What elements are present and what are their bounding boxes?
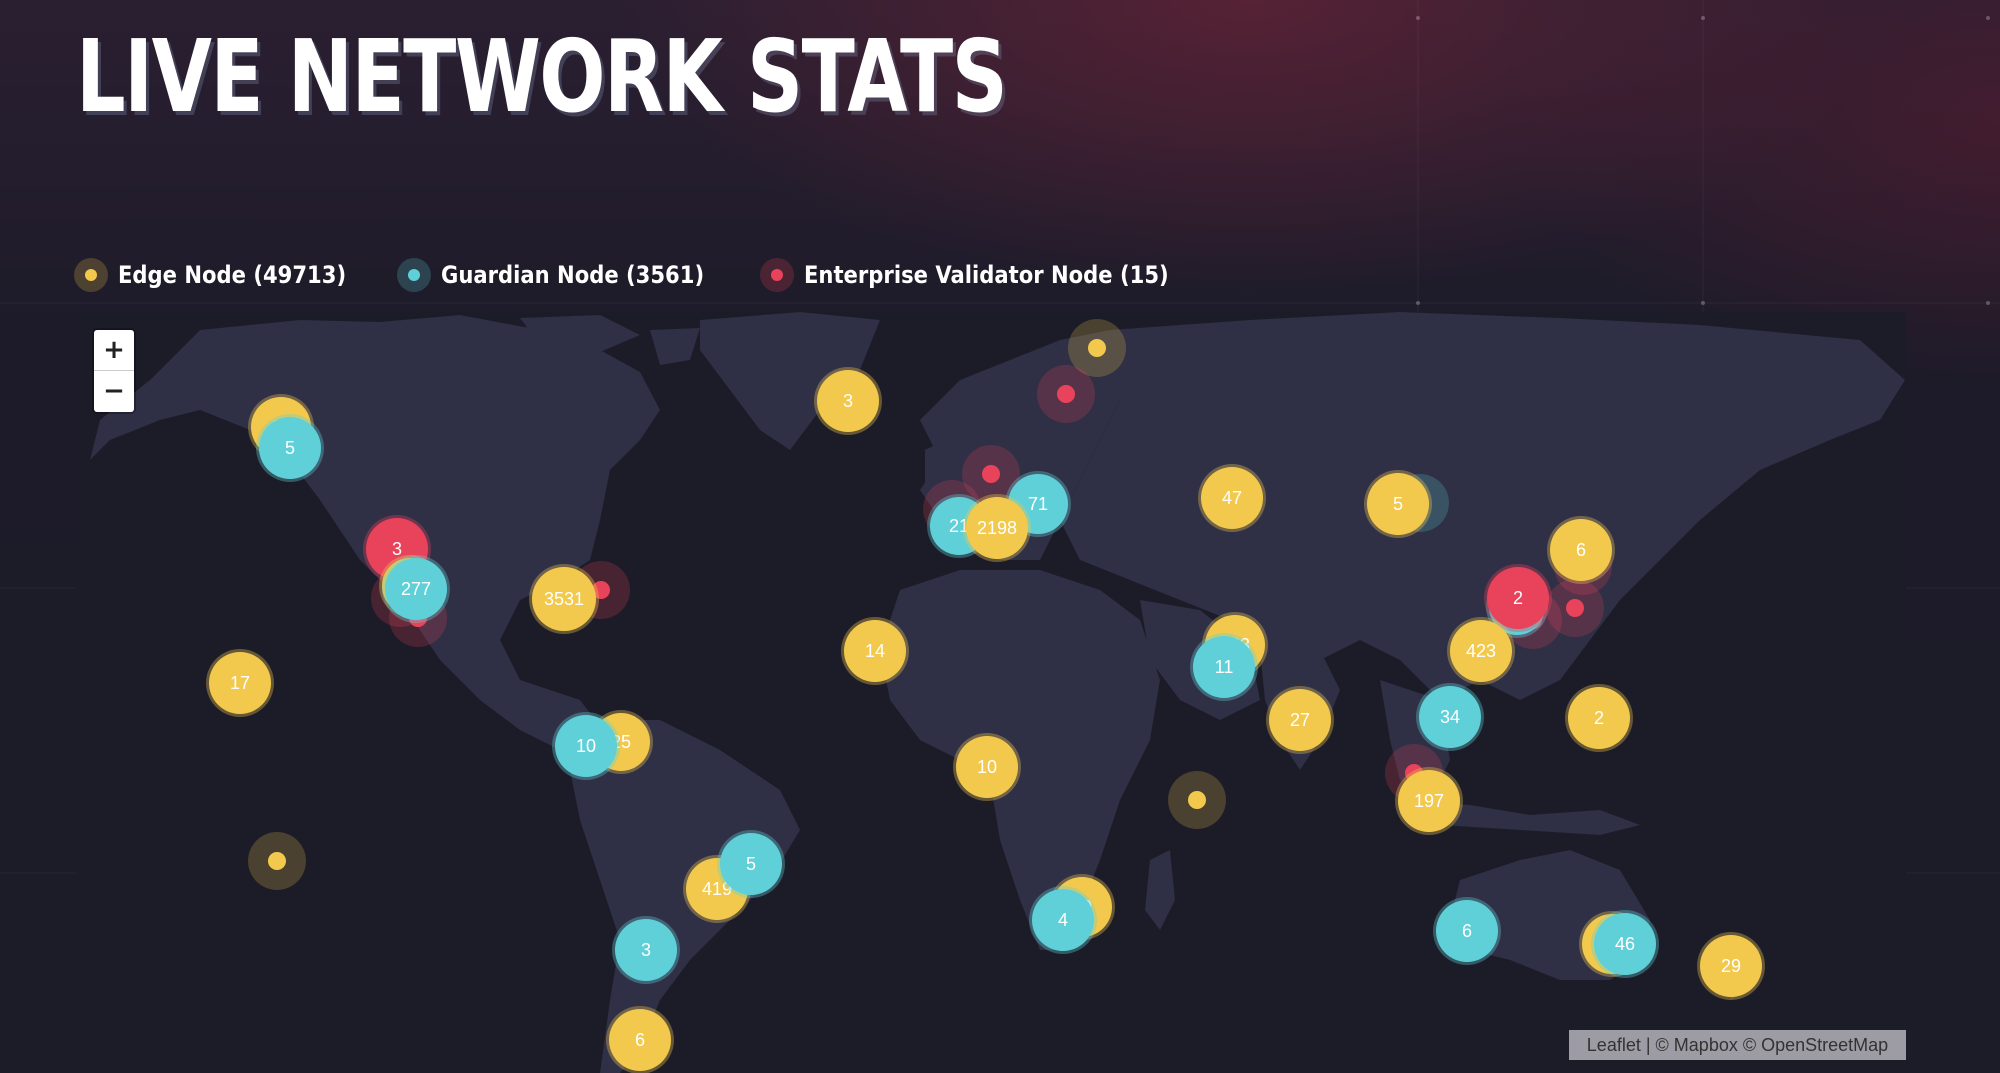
validator-node-marker[interactable] — [1037, 365, 1095, 423]
edge-cluster-marker[interactable]: 6 — [609, 1009, 671, 1071]
guardian-cluster-marker[interactable]: 10 — [555, 715, 617, 777]
osm-link[interactable]: © OpenStreetMap — [1738, 1035, 1888, 1056]
page-title: LIVE NETWORK STATS — [76, 18, 1008, 135]
edge-cluster-marker[interactable]: 27 — [1269, 689, 1331, 751]
validator-dot-icon — [760, 258, 795, 292]
edge-cluster-marker[interactable]: 197 — [1398, 770, 1460, 832]
edge-cluster-marker[interactable]: 2 — [1568, 687, 1630, 749]
edge-cluster-marker[interactable]: 423 — [1450, 620, 1512, 682]
attribution-separator: | © — [1640, 1034, 1674, 1055]
legend-item-edge[interactable]: Edge Node (49713) — [74, 258, 377, 292]
edge-dot-icon — [74, 258, 108, 292]
guardian-cluster-marker[interactable]: 11 — [1193, 636, 1255, 698]
leaflet-link[interactable]: Leaflet — [1587, 1035, 1641, 1056]
edge-node-marker[interactable] — [248, 832, 306, 890]
validator-cluster-marker[interactable]: 2 — [1487, 567, 1549, 629]
guardian-cluster-marker[interactable]: 46 — [1594, 913, 1656, 975]
edge-cluster-marker[interactable]: 3531 — [532, 567, 596, 631]
mapbox-link[interactable]: Mapbox — [1674, 1035, 1738, 1056]
zoom-in-button[interactable]: + — [94, 330, 134, 370]
zoom-control: + − — [94, 330, 134, 412]
edge-cluster-marker[interactable]: 5 — [1367, 473, 1429, 535]
edge-node-marker[interactable] — [1168, 771, 1226, 829]
edge-cluster-marker[interactable]: 10 — [956, 736, 1018, 798]
legend-label-edge: Edge Node (49713) — [118, 261, 347, 289]
world-map[interactable]: 1353277353117251031421712198475123111027… — [76, 312, 1906, 1073]
legend-item-guardian[interactable]: Guardian Node (3561) — [397, 258, 740, 292]
edge-cluster-marker[interactable]: 2198 — [966, 497, 1028, 559]
guardian-cluster-marker[interactable]: 34 — [1419, 686, 1481, 748]
legend: Edge Node (49713) Guardian Node (3561) E… — [74, 256, 1239, 294]
legend-label-guardian: Guardian Node (3561) — [441, 261, 705, 289]
marker-layer: 1353277353117251031421712198475123111027… — [76, 312, 1906, 1073]
legend-label-validator: Enterprise Validator Node (15) — [804, 261, 1169, 289]
edge-cluster-marker[interactable]: 17 — [209, 652, 271, 714]
map-attribution: Leaflet | © Mapbox © OpenStreetMap — [1569, 1030, 1906, 1060]
edge-cluster-marker[interactable]: 47 — [1201, 467, 1263, 529]
guardian-cluster-marker[interactable]: 5 — [259, 417, 321, 479]
edge-cluster-marker[interactable]: 6 — [1550, 519, 1612, 581]
legend-item-validator[interactable]: Enterprise Validator Node (15) — [760, 258, 1218, 292]
guardian-dot-icon — [397, 258, 432, 292]
edge-cluster-marker[interactable]: 14 — [844, 620, 906, 682]
guardian-cluster-marker[interactable]: 277 — [385, 558, 447, 620]
guardian-cluster-marker[interactable]: 6 — [1436, 900, 1498, 962]
guardian-cluster-marker[interactable]: 4 — [1032, 889, 1094, 951]
edge-cluster-marker[interactable]: 3 — [817, 370, 879, 432]
guardian-cluster-marker[interactable]: 3 — [615, 919, 677, 981]
edge-cluster-marker[interactable]: 29 — [1700, 935, 1762, 997]
guardian-cluster-marker[interactable]: 5 — [720, 833, 782, 895]
zoom-out-button[interactable]: − — [94, 371, 134, 411]
